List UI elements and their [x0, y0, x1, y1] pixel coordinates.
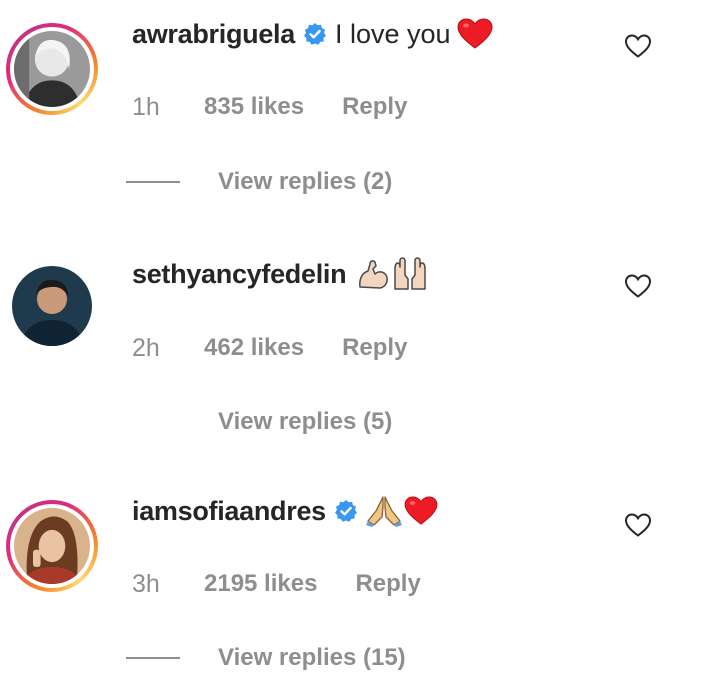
red-heart-icon [457, 18, 493, 50]
folded-hands-icon [365, 495, 402, 527]
view-replies-button[interactable]: View replies (15) [126, 641, 406, 675]
likes-count[interactable]: 462 likes [204, 334, 304, 362]
avatar[interactable] [12, 266, 92, 346]
username[interactable]: iamsofiaandres [132, 496, 326, 527]
like-heart-icon[interactable] [624, 273, 652, 299]
divider-line [126, 181, 180, 183]
timestamp[interactable]: 2h [132, 334, 204, 363]
view-replies-label: View replies (15) [218, 644, 406, 671]
raising-hands-icon [392, 257, 428, 291]
comment-header: sethyancyfedelin [132, 254, 428, 294]
comment-header: awrabriguela I love you [132, 14, 493, 54]
reply-button[interactable]: Reply [342, 334, 407, 362]
username[interactable]: sethyancyfedelin [132, 259, 347, 290]
red-heart-icon [404, 496, 438, 526]
like-heart-icon[interactable] [624, 33, 652, 59]
comment-meta: 2h 462 likes Reply [132, 330, 407, 366]
divider-line [126, 657, 180, 659]
reply-button[interactable]: Reply [342, 93, 407, 121]
view-replies-label: View replies (5) [218, 408, 393, 435]
comment-text: I love you [334, 18, 451, 49]
username[interactable]: awrabriguela [132, 19, 295, 50]
view-replies-button[interactable]: View replies (2) [126, 165, 392, 199]
timestamp[interactable]: 1h [132, 93, 204, 122]
verified-badge-icon [334, 499, 358, 523]
avatar[interactable] [6, 500, 98, 592]
view-replies-button[interactable]: View replies (5) [218, 405, 392, 439]
comment-meta: 1h 835 likes Reply [132, 89, 407, 125]
comment-meta: 3h 2195 likes Reply [132, 566, 421, 602]
reply-button[interactable]: Reply [355, 570, 420, 598]
flexed-biceps-icon [356, 257, 390, 291]
avatar[interactable] [6, 23, 98, 115]
like-heart-icon[interactable] [624, 512, 652, 538]
timestamp[interactable]: 3h [132, 570, 204, 599]
comment-header: iamsofiaandres [132, 491, 438, 531]
verified-badge-icon [303, 22, 327, 46]
view-replies-label: View replies (2) [218, 168, 393, 195]
likes-count[interactable]: 2195 likes [204, 570, 317, 598]
likes-count[interactable]: 835 likes [204, 93, 304, 121]
